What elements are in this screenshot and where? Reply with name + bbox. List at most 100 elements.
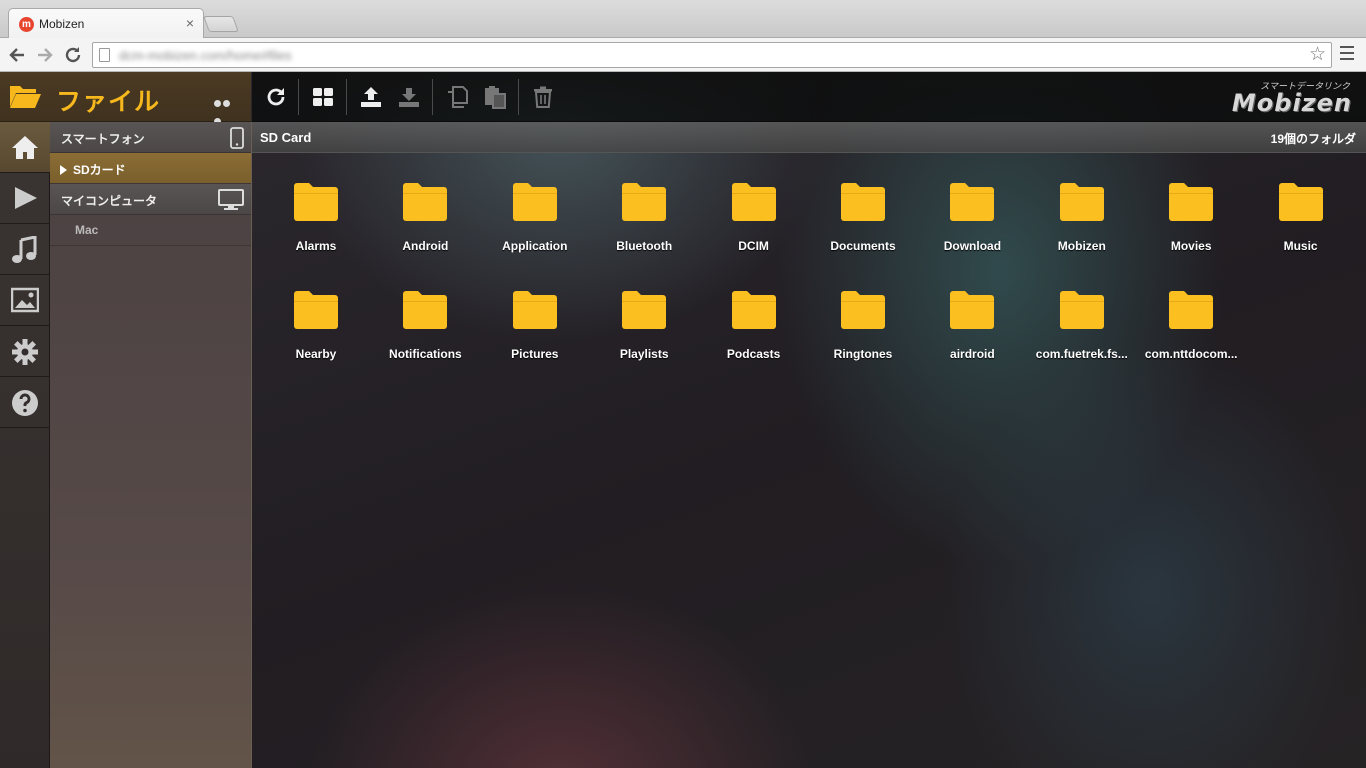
folder-count: 19個のフォルダ [1270,132,1356,146]
toolbar-separator [298,79,299,115]
folder-icon [731,291,776,329]
sidebar-title: ファイル [56,88,161,116]
toolbar-separator [432,79,433,115]
folder-icon [1169,291,1214,329]
nav-music[interactable] [0,224,50,275]
device-tree: スマートフォン SDカード マイコンピュータ Mac [50,122,252,768]
folder-item[interactable]: Android [370,178,480,278]
forward-arrow-icon[interactable] [34,44,56,66]
folder-label: com.fuetrek.fs... [1035,347,1128,361]
download-icon[interactable] [397,85,421,109]
folder-icon [294,291,338,329]
folder-item[interactable]: Notifications [370,286,480,386]
folder-item[interactable]: com.fuetrek.fs... [1027,286,1137,386]
folder-label: com.nttdocom... [1144,347,1238,361]
reload-icon[interactable] [62,44,84,66]
folder-label: Music [1283,239,1318,253]
paste-icon[interactable] [483,85,507,109]
more-options-icon[interactable] [214,94,240,125]
folder-label: Podcasts [726,347,781,361]
browser-menu-icon[interactable] [1340,46,1354,62]
tree-category-computer[interactable]: マイコンピュータ [50,184,251,215]
address-bar[interactable]: dcm-mobizen.com/home#files ☆ [92,42,1332,68]
file-toolbar: スマートデータリンク Mobizen [252,72,1366,122]
folder-item[interactable]: com.nttdocom... [1136,286,1246,386]
folder-item[interactable]: Mobizen [1027,178,1137,278]
folder-item[interactable]: Music [1246,178,1356,278]
refresh-icon[interactable] [264,85,288,109]
folder-item[interactable]: Documents [808,178,918,278]
folder-icon [1059,291,1104,329]
new-tab-button[interactable] [203,16,239,32]
folder-label: Notifications [389,347,462,361]
copy-icon[interactable] [445,85,469,109]
nav-video[interactable] [0,173,50,224]
folder-item[interactable]: Podcasts [699,286,809,386]
folder-label: Alarms [295,239,337,253]
back-arrow-icon[interactable] [6,44,28,66]
folder-item[interactable]: Playlists [589,286,699,386]
folder-item[interactable]: Download [917,178,1027,278]
folder-label: DCIM [738,239,769,253]
category-iconbar [0,122,50,768]
folder-item[interactable]: Ringtones [808,286,918,386]
folder-icon [622,291,667,329]
folder-icon [950,291,995,329]
folder-icon [841,291,885,329]
toolbar-separator [518,79,519,115]
nav-home[interactable] [0,122,50,173]
folder-label: Documents [830,239,896,253]
folder-item[interactable]: Bluetooth [589,178,699,278]
home-icon [12,136,38,159]
folder-icon [1278,183,1323,221]
upload-icon[interactable] [359,85,383,109]
music-icon [12,236,37,263]
browser-navbar: dcm-mobizen.com/home#files ☆ [0,38,1366,72]
trash-icon[interactable] [531,85,555,109]
bookmark-star-icon[interactable]: ☆ [1309,44,1326,66]
nav-help[interactable] [0,377,50,428]
smartphone-icon [230,127,244,149]
folder-item[interactable]: Movies [1136,178,1246,278]
mobizen-app: ファイル スマートフォン SDカード マイコンピュータ Mac スマートデータリ… [0,72,1366,768]
folder-icon [403,291,448,329]
folder-icon [950,183,995,221]
image-icon [11,287,39,313]
tab-close-icon[interactable]: × [186,15,194,31]
nav-photos[interactable] [0,275,50,326]
grid-view-icon[interactable] [311,85,335,109]
path-bar: SD Card 19個のフォルダ [252,122,1366,153]
folder-label: airdroid [950,347,995,361]
folder-item[interactable]: Alarms [261,178,371,278]
help-icon [12,390,38,416]
folder-label: Bluetooth [616,239,673,253]
folder-label: Pictures [511,347,559,361]
tree-item-mac[interactable]: Mac [50,215,251,246]
folder-label: Android [402,239,449,253]
folder-icon [403,183,448,221]
folder-icon [1169,183,1214,221]
folder-item[interactable]: Pictures [480,286,590,386]
mobizen-favicon-icon: m [19,17,34,32]
tree-item-sdcard[interactable]: SDカード [50,153,251,184]
folder-item[interactable]: Nearby [261,286,371,386]
folder-icon [622,183,667,221]
nav-settings[interactable] [0,326,50,377]
expand-triangle-icon [60,165,67,175]
folder-label: Application [502,239,568,253]
page-icon [99,48,110,62]
folder-label: Movies [1170,239,1212,253]
monitor-icon [218,189,244,210]
folder-icon [841,183,885,221]
play-icon [15,187,37,209]
folder-item[interactable]: airdroid [917,286,1027,386]
folder-label: Nearby [295,347,337,361]
tree-category-smartphone[interactable]: スマートフォン [50,122,251,153]
sdcard-label: SDカード [73,163,126,177]
folder-item[interactable]: DCIM [699,178,809,278]
folder-open-icon [10,86,41,108]
sidebar-header: ファイル [0,72,251,125]
folder-icon [1059,183,1104,221]
folder-item[interactable]: Application [480,178,590,278]
browser-tab[interactable]: m Mobizen × [8,8,204,38]
